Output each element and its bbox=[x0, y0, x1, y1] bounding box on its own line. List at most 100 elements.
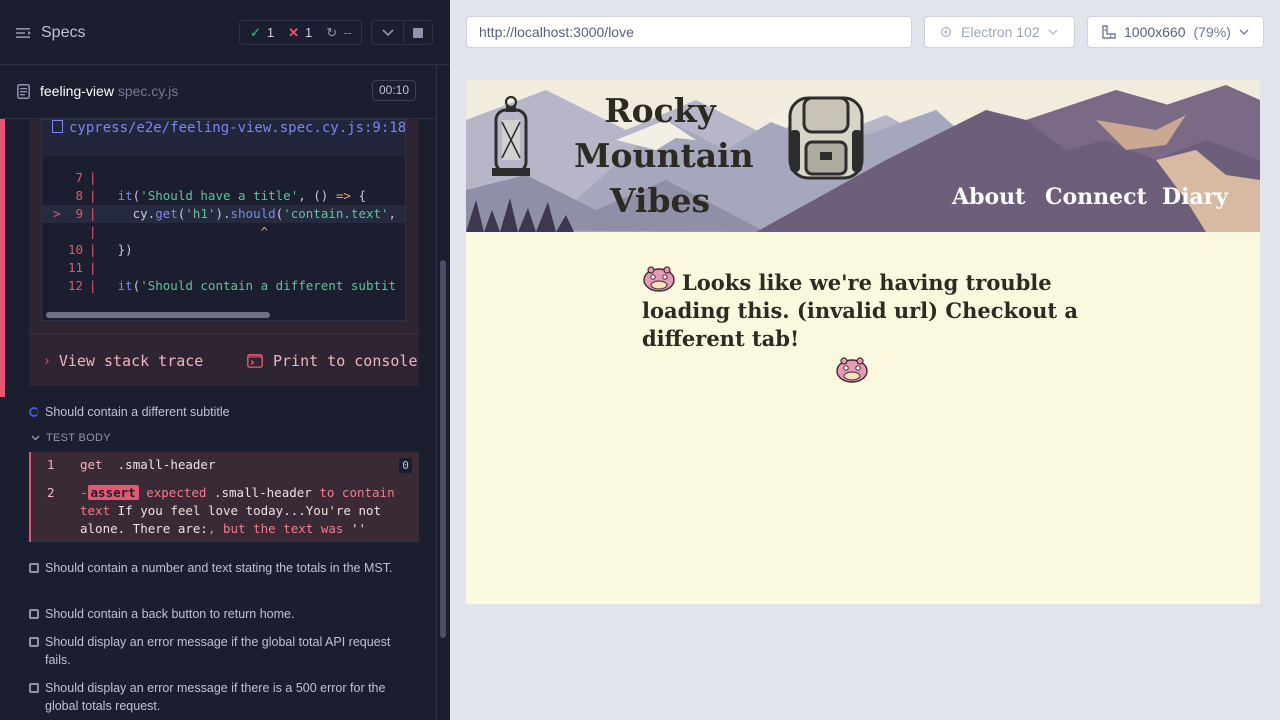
element-count-badge: 0 bbox=[399, 458, 412, 473]
code-line: 7 | bbox=[42, 169, 405, 187]
test-pending[interactable]: Should display an error message if there… bbox=[29, 679, 399, 715]
code-frame: cypress/e2e/feeling-view.spec.cy.js:9:18… bbox=[41, 119, 406, 321]
print-console-label: Print to console bbox=[273, 352, 418, 370]
code-token: 'contain.text' bbox=[283, 206, 389, 221]
error-actions: › View stack trace Print to console bbox=[29, 333, 419, 386]
url-bar[interactable]: http://localhost:3000/love bbox=[466, 16, 912, 48]
test-title: Should contain a number and text stating… bbox=[45, 561, 393, 575]
stop-button[interactable] bbox=[404, 20, 433, 45]
test-body-header[interactable]: TEST BODY bbox=[31, 432, 111, 444]
site-banner: Rocky Mountain Vibes About Connect Diary bbox=[466, 80, 1260, 232]
code-line: | ^ bbox=[42, 223, 405, 241]
reporter-topbar: Specs ✓ 1 ✕ 1 ↻ -- bbox=[0, 0, 450, 65]
spec-header: feeling-view spec.cy.js 00:10 bbox=[0, 65, 436, 119]
code-token: it bbox=[117, 188, 133, 203]
pending-checkbox-icon bbox=[29, 563, 39, 573]
assert-tail: , but the text was bbox=[207, 521, 344, 536]
code-line: 11 | bbox=[42, 259, 405, 277]
nav-about[interactable]: About bbox=[952, 184, 1025, 210]
command-message: .small-header bbox=[117, 457, 216, 472]
code-token: cy. bbox=[102, 206, 156, 221]
print-to-console-button[interactable]: Print to console bbox=[247, 352, 418, 370]
chevron-down-icon bbox=[31, 435, 40, 441]
failed-count: 1 bbox=[305, 25, 313, 40]
browser-selector[interactable]: Electron 102 bbox=[924, 16, 1075, 48]
code-token: => bbox=[335, 188, 351, 203]
gutter-bar: | bbox=[89, 242, 97, 257]
code-token: it bbox=[117, 278, 133, 293]
chevron-down-icon bbox=[1239, 29, 1249, 35]
document-icon bbox=[17, 84, 30, 99]
code-token: 'Should contain a different subtit bbox=[140, 278, 397, 293]
toggle-auto-scroll-button[interactable] bbox=[371, 20, 404, 45]
passed-count: 1 bbox=[266, 25, 275, 40]
test-running[interactable]: Should contain a different subtitle bbox=[29, 403, 230, 421]
code-line: 8 | it('Should have a title', () => { bbox=[42, 187, 405, 205]
stat-failed: ✕ 1 bbox=[274, 25, 312, 41]
running-spinner-icon bbox=[29, 407, 39, 417]
chevron-down-icon bbox=[1048, 29, 1058, 35]
error-box: cypress/e2e/feeling-view.spec.cy.js:9:18… bbox=[29, 119, 419, 386]
command-row-assert[interactable]: 2 - assert expected .small-header to cont… bbox=[29, 484, 419, 542]
code-scroll-thumb[interactable] bbox=[46, 312, 270, 318]
nav-connect[interactable]: Connect bbox=[1045, 184, 1147, 210]
gear-icon bbox=[940, 26, 952, 38]
spec-basename: feeling-view bbox=[40, 83, 114, 99]
test-title: Should display an error message if the g… bbox=[45, 635, 391, 667]
code-token: }) bbox=[102, 242, 133, 257]
pending-checkbox-icon bbox=[29, 637, 39, 647]
code-token: 'Should have a title' bbox=[140, 188, 299, 203]
error-line-marker: > bbox=[53, 206, 61, 221]
chevron-down-icon bbox=[381, 28, 394, 36]
test-pending[interactable]: Should contain a number and text stating… bbox=[29, 559, 399, 577]
pending-checkbox-icon bbox=[29, 609, 39, 619]
view-stack-trace-button[interactable]: › View stack trace bbox=[43, 352, 203, 370]
specs-menu-icon bbox=[16, 28, 31, 38]
terminal-icon bbox=[247, 354, 263, 368]
line-number: 11 bbox=[67, 260, 83, 275]
pending-checkbox-icon bbox=[29, 683, 39, 693]
spec-extension: spec.cy.js bbox=[113, 83, 179, 99]
stat-passed: ✓ 1 bbox=[240, 25, 274, 41]
code-token: ). bbox=[215, 206, 231, 221]
nav-diary[interactable]: Diary bbox=[1162, 184, 1228, 210]
code-token: 'h1' bbox=[185, 206, 216, 221]
command-row[interactable]: 1 get .small-header 0 bbox=[29, 456, 419, 476]
viewport-size: 1000x660 bbox=[1124, 24, 1186, 40]
command-log: 1 get .small-header 0 2 - assert expected… bbox=[29, 452, 419, 542]
gutter-bar: | bbox=[89, 170, 97, 185]
gutter-bar: | bbox=[89, 278, 97, 293]
test-title: Should contain a back button to return h… bbox=[45, 607, 295, 621]
assert-text: - assert expected .small-header to contai… bbox=[80, 485, 395, 536]
gutter-bar: | bbox=[89, 224, 97, 239]
line-number: 7 bbox=[75, 170, 83, 185]
code-horizontal-scrollbar[interactable] bbox=[42, 308, 405, 320]
failed-test-stripe bbox=[0, 119, 5, 397]
code-frame-file-link[interactable]: cypress/e2e/feeling-view.spec.cy.js:9:18 bbox=[42, 120, 406, 156]
line-number: 10 bbox=[67, 242, 83, 257]
app-under-test: Rocky Mountain Vibes About Connect Diary… bbox=[466, 80, 1260, 604]
chevron-right-icon: › bbox=[43, 353, 51, 369]
pending-spinner-icon: ↻ bbox=[326, 24, 338, 40]
test-body-label: TEST BODY bbox=[46, 432, 111, 444]
code-line: 10 | }) bbox=[42, 241, 405, 259]
reporter-scrollbar-thumb[interactable] bbox=[440, 260, 446, 638]
test-pending[interactable]: Should contain a back button to return h… bbox=[29, 605, 399, 623]
error-message-text: Looks like we're having trouble loading … bbox=[642, 270, 1078, 351]
code-token: { bbox=[350, 188, 366, 203]
code-token: ^ bbox=[260, 224, 269, 239]
test-title: Should contain a different subtitle bbox=[45, 405, 230, 419]
code-token: , () bbox=[298, 188, 336, 203]
view-stack-label: View stack trace bbox=[58, 352, 204, 370]
specs-button[interactable]: Specs bbox=[16, 22, 85, 44]
assert-actual-value: '' bbox=[350, 521, 366, 536]
check-icon: ✓ bbox=[250, 24, 261, 40]
file-icon bbox=[52, 120, 63, 133]
test-pending[interactable]: Should display an error message if the g… bbox=[29, 633, 399, 669]
x-icon: ✕ bbox=[288, 24, 300, 40]
file-link-text: cypress/e2e/feeling-view.spec.cy.js:9:18 bbox=[69, 120, 406, 136]
viewport-selector[interactable]: 1000x660 (79%) bbox=[1087, 16, 1264, 48]
